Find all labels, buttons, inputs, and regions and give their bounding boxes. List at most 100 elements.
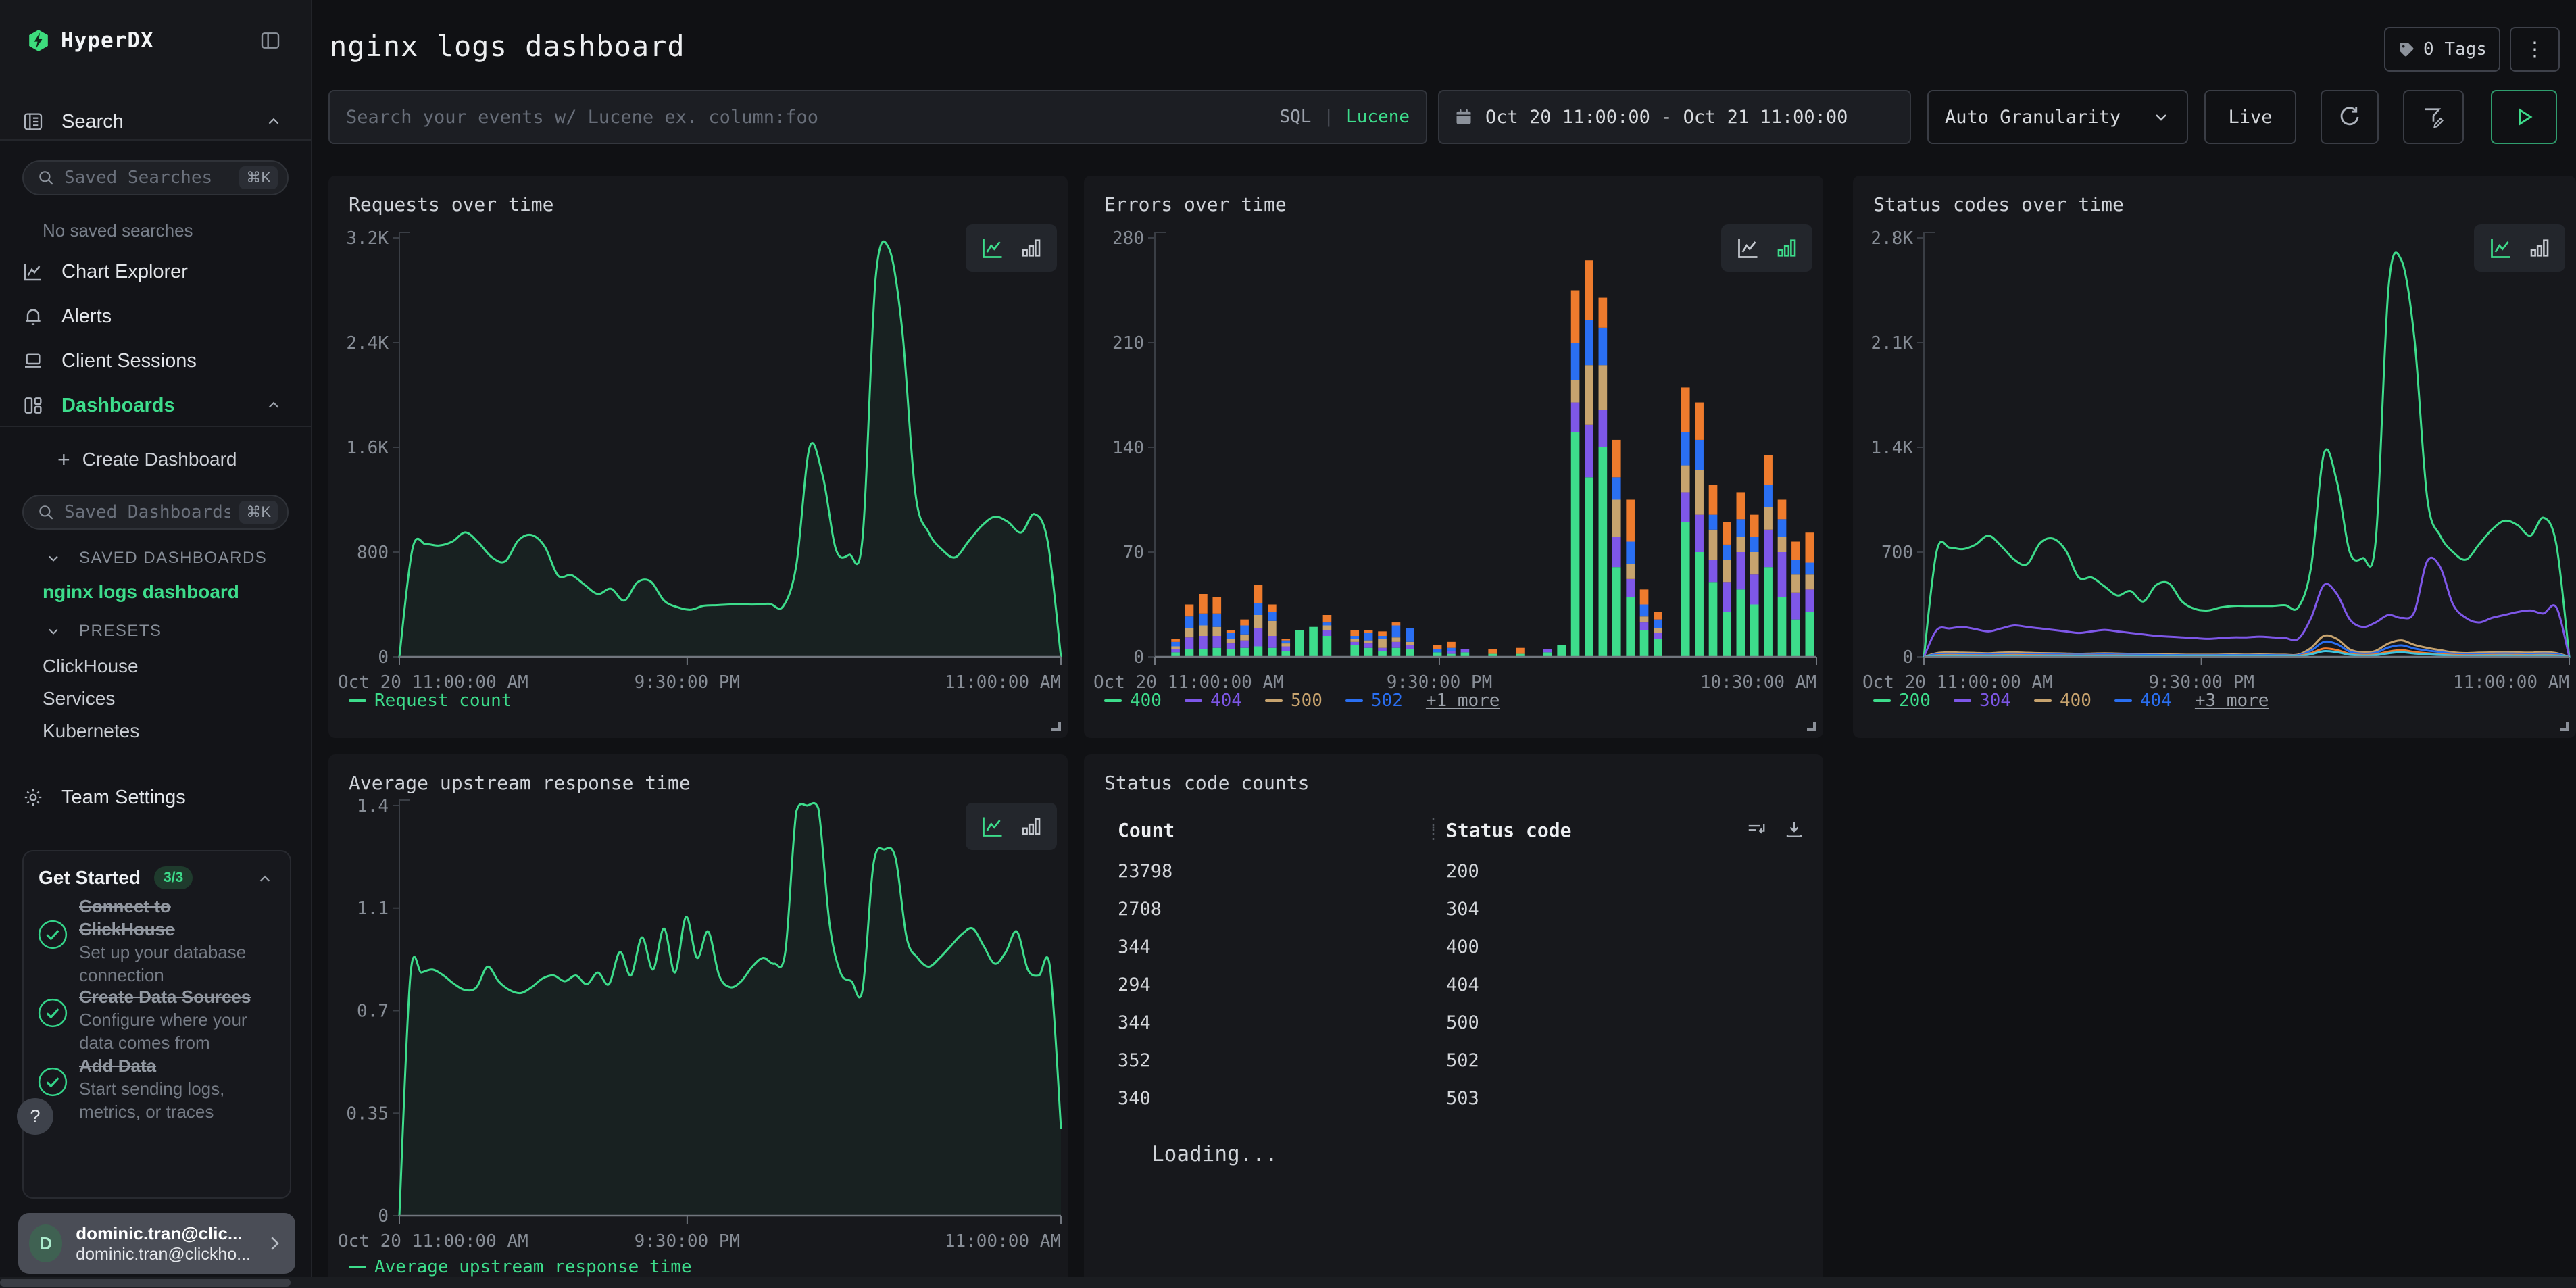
- get-started-step-add-data[interactable]: Add Data Start sending logs, metrics, or…: [37, 1054, 260, 1123]
- resize-handle[interactable]: [1051, 722, 1061, 731]
- legend-item[interactable]: 404: [1185, 691, 1242, 711]
- bar-chart-icon[interactable]: [1775, 237, 1798, 259]
- chevron-right-icon: [264, 1233, 284, 1254]
- sidebar-item-team-settings[interactable]: Team Settings: [0, 778, 312, 816]
- preset-services[interactable]: Services: [43, 688, 115, 710]
- legend-item[interactable]: 400: [1104, 691, 1162, 711]
- bar-chart-icon[interactable]: [1020, 815, 1043, 838]
- sidebar-item-client-sessions[interactable]: Client Sessions: [0, 342, 312, 380]
- column-header-count[interactable]: Count: [1118, 819, 1174, 841]
- collapse-sidebar-icon[interactable]: [259, 30, 281, 51]
- preset-clickhouse[interactable]: ClickHouse: [43, 655, 139, 677]
- lucene-mode-toggle[interactable]: Lucene: [1346, 107, 1410, 127]
- chart-title: Average upstream response time: [349, 772, 691, 794]
- sidebar-item-alerts[interactable]: Alerts: [0, 297, 312, 335]
- saved-dashboards-search[interactable]: ⌘K: [22, 495, 289, 530]
- legend-item[interactable]: 500: [1265, 691, 1322, 711]
- step-title: Create Data Sources: [79, 985, 260, 1008]
- loading-indicator: Loading...: [1151, 1142, 1278, 1166]
- line-chart-icon[interactable]: [981, 236, 1005, 260]
- svg-text:Oct 20 11:00:00 AM: Oct 20 11:00:00 AM: [1093, 672, 1284, 693]
- help-button[interactable]: ?: [17, 1098, 53, 1135]
- table-row[interactable]: 352502: [1084, 1045, 1823, 1083]
- bar-chart-icon[interactable]: [1020, 237, 1043, 259]
- bar-chart-icon[interactable]: [2528, 237, 2551, 259]
- legend-item[interactable]: Average upstream response time: [349, 1257, 692, 1277]
- resize-handle[interactable]: [1807, 722, 1816, 731]
- scrollbar-thumb[interactable]: [0, 1279, 291, 1287]
- sidebar-item-label: Chart Explorer: [61, 261, 188, 283]
- user-name: dominic.tran@clic...: [76, 1223, 251, 1244]
- svg-text:210: 210: [1112, 333, 1144, 353]
- tags-button[interactable]: 0 Tags: [2384, 27, 2500, 72]
- svg-text:0: 0: [378, 1206, 389, 1227]
- line-chart-icon[interactable]: [981, 814, 1005, 839]
- saved-searches-search[interactable]: ⌘K: [22, 160, 289, 195]
- chevron-up-icon[interactable]: [256, 870, 274, 888]
- line-chart-icon[interactable]: [1736, 236, 1760, 260]
- chart-legend: 200 304 400 404 +3 more: [1873, 691, 2269, 711]
- avg-upstream-chart-plot[interactable]: 1.41.10.70.350Oct 20 11:00:00 AM9:30:00 …: [328, 754, 1068, 1288]
- chevron-down-icon: [45, 550, 61, 566]
- table-row[interactable]: 23798200: [1084, 856, 1823, 893]
- search-icon: [37, 169, 55, 187]
- table-row[interactable]: 2708304: [1084, 893, 1823, 931]
- sql-mode-toggle[interactable]: SQL: [1279, 107, 1311, 127]
- saved-searches-input[interactable]: [64, 168, 230, 188]
- legend-more-link[interactable]: +3 more: [2195, 691, 2269, 711]
- section-presets[interactable]: PRESETS: [45, 622, 162, 641]
- requests-chart-plot[interactable]: 3.2K2.4K1.6K8000Oct 20 11:00:00 AM9:30:0…: [328, 176, 1068, 738]
- gear-icon: [22, 787, 44, 808]
- live-button[interactable]: Live: [2204, 90, 2296, 144]
- granularity-value: Auto Granularity: [1945, 107, 2121, 128]
- event-search-input[interactable]: [346, 107, 1267, 128]
- resize-handle[interactable]: [2560, 722, 2569, 731]
- column-drag-handle[interactable]: ⋮⋮: [1425, 820, 1441, 838]
- granularity-select[interactable]: Auto Granularity: [1927, 90, 2188, 144]
- legend-more-link[interactable]: +1 more: [1426, 691, 1500, 711]
- refresh-button[interactable]: [2321, 90, 2379, 144]
- errors-chart-plot[interactable]: 280210140700Oct 20 11:00:00 AM9:30:00 PM…: [1084, 176, 1823, 738]
- run-query-button[interactable]: [2491, 90, 2557, 144]
- table-row[interactable]: 344500: [1084, 1007, 1823, 1045]
- calendar-icon: [1454, 107, 1473, 126]
- chart-type-toggle[interactable]: [966, 224, 1057, 272]
- sidebar-item-chart-explorer[interactable]: Chart Explorer: [0, 253, 312, 291]
- sidebar-item-search[interactable]: Search: [0, 103, 312, 141]
- event-search-bar[interactable]: SQL | Lucene: [328, 90, 1427, 144]
- saved-dashboards-input[interactable]: [64, 502, 230, 522]
- horizontal-scrollbar[interactable]: [0, 1277, 2576, 1288]
- time-range-picker[interactable]: Oct 20 11:00:00 - Oct 21 11:00:00: [1438, 90, 1911, 144]
- legend-item[interactable]: 404: [2114, 691, 2172, 711]
- row-filter-icon[interactable]: [1746, 819, 1766, 839]
- chart-type-toggle[interactable]: [1721, 224, 1812, 272]
- table-row[interactable]: 344400: [1084, 931, 1823, 969]
- status-codes-chart-plot[interactable]: 2.8K2.1K1.4K7000Oct 20 11:00:00 AM9:30:0…: [1853, 176, 2576, 738]
- legend-item[interactable]: 200: [1873, 691, 1931, 711]
- preset-kubernetes[interactable]: Kubernetes: [43, 720, 139, 742]
- user-menu[interactable]: D dominic.tran@clic... dominic.tran@clic…: [18, 1213, 295, 1274]
- section-saved-dashboards[interactable]: SAVED DASHBOARDS: [45, 549, 267, 568]
- filter-button[interactable]: [2403, 90, 2464, 144]
- table-row[interactable]: 340503: [1084, 1083, 1823, 1120]
- legend-item[interactable]: 400: [2034, 691, 2091, 711]
- sidebar-item-dashboards[interactable]: Dashboards: [0, 387, 312, 424]
- get-started-title: Get Started: [39, 867, 141, 889]
- step-desc: Start sending logs, metrics, or traces: [79, 1077, 260, 1123]
- column-header-status-code[interactable]: Status code: [1446, 819, 1571, 841]
- dashboard-menu-button[interactable]: ⋮: [2510, 27, 2560, 72]
- legend-item[interactable]: 304: [1954, 691, 2011, 711]
- legend-item[interactable]: 502: [1345, 691, 1403, 711]
- svg-text:140: 140: [1112, 438, 1144, 458]
- chart-type-toggle[interactable]: [2474, 224, 2565, 272]
- plus-icon: +: [57, 447, 70, 472]
- saved-dashboard-nginx[interactable]: nginx logs dashboard: [43, 581, 239, 603]
- get-started-step-connect[interactable]: Connect to ClickHouse Set up your databa…: [37, 895, 260, 987]
- download-icon[interactable]: [1784, 819, 1804, 839]
- chart-type-toggle[interactable]: [966, 803, 1057, 850]
- legend-item[interactable]: Request count: [349, 691, 512, 711]
- line-chart-icon[interactable]: [2489, 236, 2513, 260]
- get-started-step-sources[interactable]: Create Data Sources Configure where your…: [37, 985, 260, 1054]
- create-dashboard-button[interactable]: + Create Dashboard: [0, 441, 312, 478]
- table-row[interactable]: 294404: [1084, 969, 1823, 1007]
